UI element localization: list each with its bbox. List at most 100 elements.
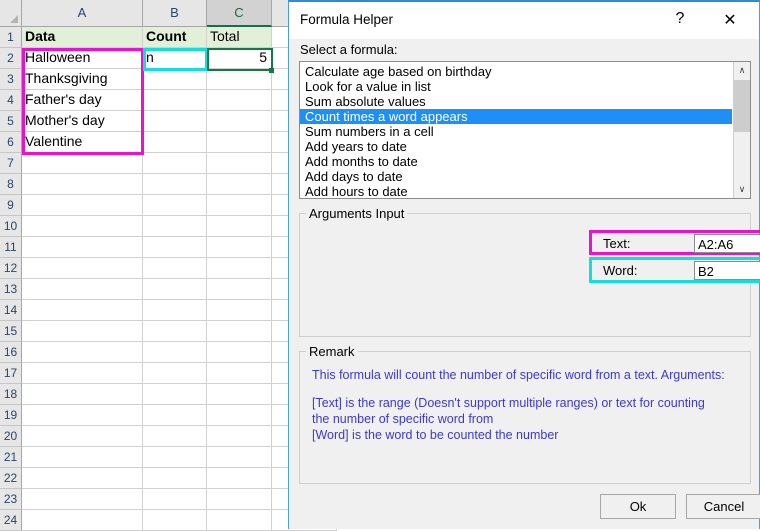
cell-B8[interactable] <box>143 174 207 195</box>
cell-A19[interactable] <box>22 405 143 426</box>
cell-C10[interactable] <box>207 216 272 237</box>
cell-B3[interactable] <box>143 69 207 90</box>
cell-C1[interactable]: Total <box>207 27 272 48</box>
row-header-8[interactable]: 8 <box>0 174 22 195</box>
row-header-4[interactable]: 4 <box>0 90 22 111</box>
cell-C19[interactable] <box>207 405 272 426</box>
row-header-24[interactable]: 24 <box>0 510 22 531</box>
cell-B2[interactable]: n <box>143 48 207 69</box>
cell-A14[interactable] <box>22 300 143 321</box>
cell-A8[interactable] <box>22 174 143 195</box>
cell-B1[interactable]: Count <box>143 27 207 48</box>
row-header-16[interactable]: 16 <box>0 342 22 363</box>
cell-A10[interactable] <box>22 216 143 237</box>
word-field-input[interactable]: B2 <box>694 261 760 280</box>
row-header-13[interactable]: 13 <box>0 279 22 300</box>
cancel-button[interactable]: Cancel <box>686 494 760 519</box>
cell-C14[interactable] <box>207 300 272 321</box>
cell-B24[interactable] <box>143 510 207 531</box>
row-header-12[interactable]: 12 <box>0 258 22 279</box>
row-header-6[interactable]: 6 <box>0 132 22 153</box>
fill-handle[interactable] <box>269 68 274 73</box>
cell-A17[interactable] <box>22 363 143 384</box>
cell-B4[interactable] <box>143 90 207 111</box>
formula-list-item[interactable]: Add months to date <box>300 154 732 169</box>
cell-A20[interactable] <box>22 426 143 447</box>
cell-B11[interactable] <box>143 237 207 258</box>
cell-B16[interactable] <box>143 342 207 363</box>
formula-list-item[interactable]: Add years to date <box>300 139 732 154</box>
cell-A1[interactable]: Data <box>22 27 143 48</box>
row-header-1[interactable]: 1 <box>0 27 22 48</box>
cell-C17[interactable] <box>207 363 272 384</box>
cell-A11[interactable] <box>22 237 143 258</box>
cell-C18[interactable] <box>207 384 272 405</box>
cell-A13[interactable] <box>22 279 143 300</box>
cell-A3[interactable]: Thanksgiving <box>22 69 143 90</box>
cell-B9[interactable] <box>143 195 207 216</box>
row-header-15[interactable]: 15 <box>0 321 22 342</box>
formula-listbox[interactable]: Calculate age based on birthday Look for … <box>299 61 751 199</box>
cell-A5[interactable]: Mother's day <box>22 111 143 132</box>
row-header-9[interactable]: 9 <box>0 195 22 216</box>
cell-A24[interactable] <box>22 510 143 531</box>
cell-C21[interactable] <box>207 447 272 468</box>
row-header-10[interactable]: 10 <box>0 216 22 237</box>
scroll-up-arrow-icon[interactable]: ∧ <box>734 62 750 79</box>
row-header-21[interactable]: 21 <box>0 447 22 468</box>
row-header-14[interactable]: 14 <box>0 300 22 321</box>
cell-C3[interactable] <box>207 69 272 90</box>
cell-A7[interactable] <box>22 153 143 174</box>
cell-B10[interactable] <box>143 216 207 237</box>
cell-A18[interactable] <box>22 384 143 405</box>
select-all-corner[interactable] <box>0 0 22 27</box>
cell-C13[interactable] <box>207 279 272 300</box>
dialog-titlebar[interactable]: Formula Helper ? ✕ <box>289 2 759 39</box>
formula-list-item[interactable]: Sum numbers in a cell <box>300 124 732 139</box>
cell-C24[interactable] <box>207 510 272 531</box>
ok-button[interactable]: Ok <box>600 494 676 519</box>
cell-B6[interactable] <box>143 132 207 153</box>
cell-A9[interactable] <box>22 195 143 216</box>
listbox-scrollbar[interactable]: ∧ ∨ <box>733 62 750 198</box>
cell-B7[interactable] <box>143 153 207 174</box>
cell-A22[interactable] <box>22 468 143 489</box>
cell-A6[interactable]: Valentine <box>22 132 143 153</box>
column-header-c[interactable]: C <box>207 0 272 27</box>
row-header-7[interactable]: 7 <box>0 153 22 174</box>
help-button[interactable]: ? <box>659 2 701 39</box>
cell-B14[interactable] <box>143 300 207 321</box>
column-header-a[interactable]: A <box>22 0 143 27</box>
scrollbar-thumb[interactable] <box>734 80 750 132</box>
cell-B13[interactable] <box>143 279 207 300</box>
formula-list-item[interactable]: Add days to date <box>300 169 732 184</box>
row-header-5[interactable]: 5 <box>0 111 22 132</box>
formula-list-item[interactable]: Look for a value in list <box>300 79 732 94</box>
column-header-b[interactable]: B <box>143 0 207 27</box>
row-header-20[interactable]: 20 <box>0 426 22 447</box>
cell-C16[interactable] <box>207 342 272 363</box>
cell-B15[interactable] <box>143 321 207 342</box>
cell-A2[interactable]: Halloween <box>22 48 143 69</box>
cell-A12[interactable] <box>22 258 143 279</box>
row-header-3[interactable]: 3 <box>0 69 22 90</box>
cell-B12[interactable] <box>143 258 207 279</box>
cell-B23[interactable] <box>143 489 207 510</box>
cell-C7[interactable] <box>207 153 272 174</box>
row-header-18[interactable]: 18 <box>0 384 22 405</box>
text-field-input[interactable]: A2:A6 <box>694 234 760 253</box>
cell-A15[interactable] <box>22 321 143 342</box>
cell-B22[interactable] <box>143 468 207 489</box>
formula-list-item[interactable]: Calculate age based on birthday <box>300 64 732 79</box>
formula-list-item[interactable]: Sum absolute values <box>300 94 732 109</box>
active-cell-c2[interactable] <box>207 48 273 71</box>
cell-C11[interactable] <box>207 237 272 258</box>
cell-C5[interactable] <box>207 111 272 132</box>
cell-C22[interactable] <box>207 468 272 489</box>
row-header-17[interactable]: 17 <box>0 363 22 384</box>
cell-C8[interactable] <box>207 174 272 195</box>
cell-B17[interactable] <box>143 363 207 384</box>
cell-B21[interactable] <box>143 447 207 468</box>
cell-C23[interactable] <box>207 489 272 510</box>
row-header-11[interactable]: 11 <box>0 237 22 258</box>
